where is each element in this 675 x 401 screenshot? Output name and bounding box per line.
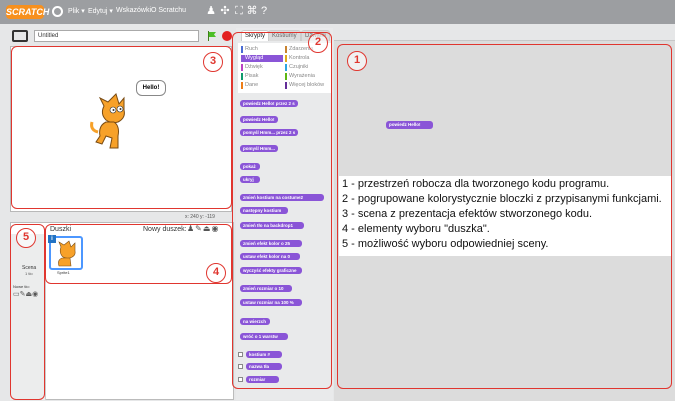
menu-tips[interactable]: Wskazówki <box>116 7 151 14</box>
annotation-badge-3: 3 <box>203 52 223 72</box>
project-title-input[interactable]: Untitled <box>34 30 199 42</box>
annotation-badge-1: 1 <box>347 51 367 71</box>
language-globe-icon[interactable] <box>52 6 63 17</box>
scratch-logo[interactable]: SCRATCH <box>6 5 49 19</box>
help-icon[interactable]: ? <box>258 5 270 17</box>
annotation-badge-5: 5 <box>16 228 36 248</box>
annotation-box-1 <box>337 44 672 389</box>
green-flag-icon[interactable] <box>207 31 217 41</box>
mouse-coordinates: x: 240 y: -119 <box>185 214 215 220</box>
shrink-icon[interactable]: ⌘ <box>246 5 258 17</box>
menu-about[interactable]: O Scratchu <box>151 7 186 14</box>
stop-icon[interactable] <box>222 31 232 41</box>
annotation-badge-4: 4 <box>206 263 226 283</box>
annotation-badge-2: 2 <box>308 33 328 53</box>
menu-edit[interactable]: Edytuj ▾ <box>88 7 113 15</box>
annotation-box-2 <box>232 32 332 389</box>
annotation-box-3 <box>11 46 232 209</box>
duplicate-icon[interactable]: ♟ <box>205 5 217 17</box>
fullscreen-icon[interactable] <box>12 30 28 42</box>
menu-file[interactable]: Plik ▾ <box>68 7 85 15</box>
cut-icon[interactable]: ✣ <box>219 5 231 17</box>
annotation-box-4 <box>45 224 232 284</box>
grow-icon[interactable]: ⛶ <box>233 5 245 17</box>
annotation-box-5 <box>10 224 45 400</box>
